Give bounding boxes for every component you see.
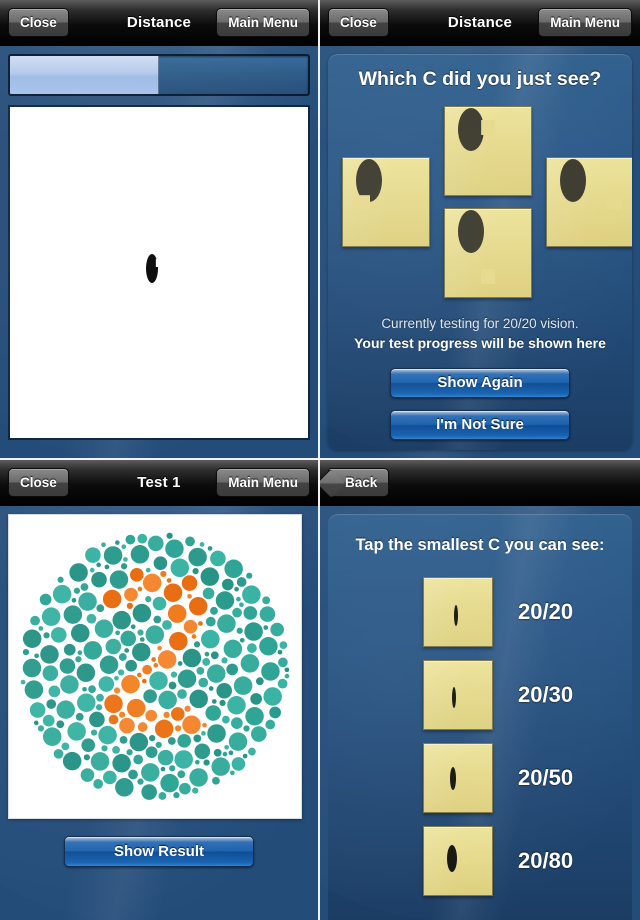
landolt-c-left-icon bbox=[354, 159, 416, 232]
which-c-body: Which C did you just see? Currently test… bbox=[320, 46, 640, 458]
stimulus-field[interactable] bbox=[8, 105, 310, 440]
c-option-down[interactable] bbox=[444, 208, 532, 298]
panel-which-c: Close Distance Main Menu Which C did you… bbox=[320, 0, 640, 460]
which-c-actions: Show Again I'm Not Sure bbox=[328, 368, 632, 440]
navbar-which-c: Close Distance Main Menu bbox=[320, 0, 640, 46]
landolt-c-stimulus-icon bbox=[146, 253, 172, 286]
acuity-c-tile-20-80[interactable] bbox=[423, 825, 493, 896]
close-button[interactable]: Close bbox=[8, 8, 69, 37]
acuity-row-list: 20/20 20/30 20/50 20/80 bbox=[328, 570, 632, 902]
back-button[interactable]: Back bbox=[328, 468, 390, 497]
navbar-color-test: Close Test 1 Main Menu bbox=[0, 460, 318, 506]
acuity-instruction: Tap the smallest C you can see: bbox=[355, 536, 605, 554]
c-option-left[interactable] bbox=[342, 157, 430, 247]
test-status: Currently testing for 20/20 vision. Your… bbox=[328, 316, 632, 351]
panel-color-test: Close Test 1 Main Menu Show Result bbox=[0, 460, 320, 920]
acuity-row[interactable]: 20/20 bbox=[328, 570, 632, 653]
landolt-c-icon bbox=[453, 605, 463, 626]
app-screenshot-grid: Close Distance Main Menu Close Distance … bbox=[0, 0, 640, 920]
landolt-c-icon bbox=[450, 766, 467, 790]
acuity-c-tile-20-20[interactable] bbox=[423, 576, 493, 647]
color-test-actions: Show Result bbox=[0, 836, 318, 867]
show-again-button[interactable]: Show Again bbox=[390, 368, 570, 398]
c-option-up[interactable] bbox=[444, 106, 532, 196]
acuity-row[interactable]: 20/30 bbox=[328, 653, 632, 736]
main-menu-button[interactable]: Main Menu bbox=[538, 8, 632, 37]
show-result-button[interactable]: Show Result bbox=[64, 836, 254, 867]
status-progress-note: Your test progress will be shown here bbox=[354, 335, 606, 351]
question-text: Which C did you just see? bbox=[358, 68, 602, 90]
ishihara-plate[interactable] bbox=[8, 514, 302, 819]
landolt-c-icon bbox=[447, 844, 470, 872]
landolt-c-down-icon bbox=[458, 210, 518, 285]
c-option-grid bbox=[328, 106, 632, 302]
back-button-label: Back bbox=[345, 475, 378, 490]
acuity-list-body: Tap the smallest C you can see: 20/20 20/… bbox=[320, 506, 640, 920]
page-title: Test 1 bbox=[137, 474, 181, 491]
color-test-body: Show Result bbox=[0, 506, 318, 920]
panel-distance-test: Close Distance Main Menu bbox=[0, 0, 320, 460]
acuity-label: 20/30 bbox=[518, 681, 574, 707]
status-current-level: Currently testing for 20/20 vision. bbox=[381, 316, 579, 331]
landolt-c-icon bbox=[452, 686, 465, 708]
acuity-row[interactable]: 20/50 bbox=[328, 736, 632, 819]
navbar-acuity-list: Back bbox=[320, 460, 640, 506]
test-progress-fill bbox=[10, 56, 159, 94]
main-menu-button[interactable]: Main Menu bbox=[216, 8, 310, 37]
c-option-right[interactable] bbox=[546, 157, 632, 247]
close-button[interactable]: Close bbox=[8, 468, 69, 497]
page-title: Distance bbox=[126, 14, 192, 31]
acuity-card: Tap the smallest C you can see: 20/20 20/… bbox=[328, 514, 632, 920]
which-c-card: Which C did you just see? Currently test… bbox=[328, 54, 632, 450]
acuity-c-tile-20-30[interactable] bbox=[423, 659, 493, 730]
not-sure-button[interactable]: I'm Not Sure bbox=[390, 410, 570, 440]
landolt-c-right-icon bbox=[560, 159, 622, 232]
test-progress-bar bbox=[8, 54, 310, 96]
navbar-distance-test: Close Distance Main Menu bbox=[0, 0, 318, 46]
distance-test-body bbox=[0, 46, 318, 458]
main-menu-button[interactable]: Main Menu bbox=[216, 468, 310, 497]
ishihara-plate-image bbox=[9, 520, 301, 813]
acuity-label: 20/20 bbox=[518, 598, 574, 624]
acuity-c-tile-20-50[interactable] bbox=[423, 742, 493, 813]
acuity-label: 20/50 bbox=[518, 764, 574, 790]
panel-acuity-list: Back Tap the smallest C you can see: 20/… bbox=[320, 460, 640, 920]
close-button[interactable]: Close bbox=[328, 8, 389, 37]
acuity-row[interactable]: 20/80 bbox=[328, 819, 632, 902]
landolt-c-up-icon bbox=[458, 108, 518, 181]
page-title: Distance bbox=[447, 14, 513, 31]
acuity-label: 20/80 bbox=[518, 847, 574, 873]
